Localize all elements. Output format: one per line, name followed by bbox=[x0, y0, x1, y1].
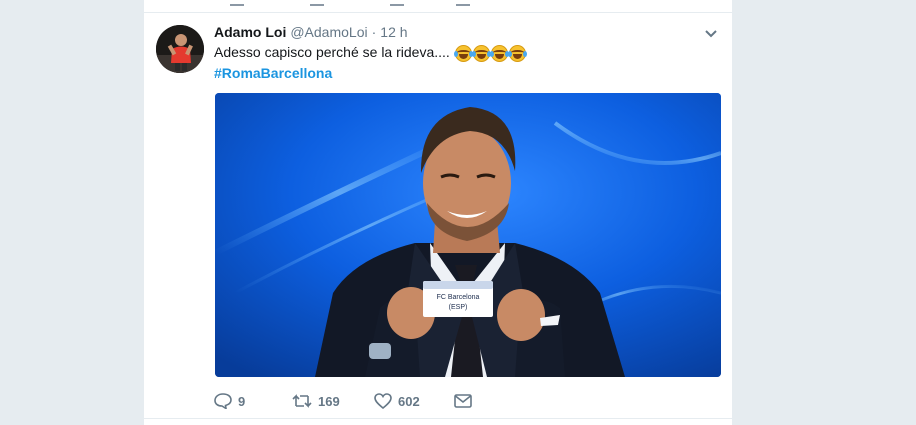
previous-tweet-actions bbox=[144, 0, 732, 13]
tweet-text-body: Adesso capisco perché se la rideva.... bbox=[214, 44, 450, 60]
tears-of-joy-emoji-icon bbox=[489, 44, 509, 62]
reply-button[interactable]: 9 bbox=[214, 393, 292, 409]
previous-reply-icon[interactable] bbox=[230, 0, 244, 6]
tweet-actions: 9 169 602 bbox=[214, 387, 472, 415]
avatar[interactable] bbox=[156, 25, 204, 73]
previous-dm-icon[interactable] bbox=[456, 0, 470, 6]
envelope-icon bbox=[454, 394, 472, 408]
tears-of-joy-emoji-icon bbox=[507, 44, 527, 62]
hashtag-link[interactable]: #RomaBarcellona bbox=[214, 63, 332, 83]
tears-of-joy-emoji-icon bbox=[471, 44, 491, 62]
tears-of-joy-emoji-icon bbox=[453, 44, 473, 62]
like-count: 602 bbox=[398, 393, 420, 409]
retweet-button[interactable]: 169 bbox=[292, 393, 374, 409]
timestamp[interactable]: 12 h bbox=[380, 24, 407, 40]
previous-retweet-icon[interactable] bbox=[310, 0, 324, 6]
heart-icon bbox=[374, 393, 392, 409]
author-name[interactable]: Adamo Loi bbox=[214, 24, 286, 40]
tweet-text: Adesso capisco perché se la rideva.... bbox=[214, 42, 527, 62]
previous-like-icon[interactable] bbox=[390, 0, 404, 6]
direct-message-button[interactable] bbox=[454, 394, 472, 408]
author-handle[interactable]: @AdamoLoi bbox=[290, 24, 367, 40]
tweet-media-photo[interactable]: FC Barcelona (ESP) bbox=[215, 93, 721, 377]
retweet-count: 169 bbox=[318, 393, 340, 409]
reply-count: 9 bbox=[238, 393, 246, 409]
tweet-header: Adamo Loi @AdamoLoi · 12 h bbox=[214, 24, 720, 44]
card-line2: (ESP) bbox=[449, 304, 468, 311]
speech-bubble-icon bbox=[214, 393, 232, 409]
card-line1: FC Barcelona bbox=[437, 294, 480, 301]
retweet-arrows-icon bbox=[292, 394, 312, 408]
tweet[interactable]: Adamo Loi @AdamoLoi · 12 h Adesso capisc… bbox=[144, 13, 732, 419]
separator-dot: · bbox=[371, 24, 377, 40]
like-button[interactable]: 602 bbox=[374, 393, 454, 409]
emoji-group bbox=[453, 44, 527, 62]
chevron-down-icon[interactable] bbox=[704, 27, 718, 39]
